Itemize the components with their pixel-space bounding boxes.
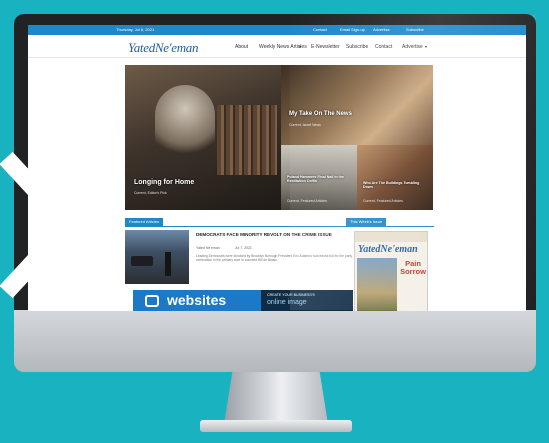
hero-grid: Longing for Home Current, Editor's Pick … (125, 65, 433, 210)
chevron-right-icon (0, 151, 81, 299)
monitor-chin (14, 310, 536, 372)
screen: Thursday, Jul 6, 2021 Contact Email Sign… (28, 25, 526, 311)
hero-main-tile[interactable]: Longing for Home Current, Editor's Pick (125, 65, 281, 210)
topbar-link-subscribe[interactable]: Subscribe (406, 27, 424, 32)
hero-main-title[interactable]: Longing for Home (134, 179, 194, 186)
featured-date: Jul 7, 2021 (234, 246, 252, 250)
featured-author[interactable]: Yated Ne'eman (196, 246, 220, 250)
chevron-down-icon: ▾ (425, 44, 428, 49)
magazine-top-strip (355, 232, 427, 242)
monitor-foot (200, 420, 352, 432)
magazine-cover-photo (357, 258, 397, 311)
ad-headline: websites (167, 292, 227, 308)
nav-enewsletter[interactable]: E-Newsletter (311, 44, 340, 50)
main-navigation: YatedNe'eman About Weekly News Articles … (28, 35, 526, 58)
featured-section-header: Featured Articles (125, 218, 361, 227)
magazine-cover[interactable]: YatedNe'eman Pain Sorrow (354, 231, 428, 311)
topbar-link-email-signup[interactable]: Email Sign-up (340, 27, 365, 32)
featured-headline[interactable]: DEMOCRATS FACE MINORITY REVOLT ON THE CR… (196, 232, 332, 237)
hero-main-meta: Current, Editor's Pick (134, 191, 167, 195)
ad-dark-panel: CREATE YOUR BUSINESS'S online image (261, 290, 353, 311)
figure-image (165, 252, 171, 276)
magazine-name: YatedNe'eman (358, 244, 418, 255)
hero-bottom-right-title[interactable]: Who Are The Buildings Tumbling Down (363, 181, 425, 190)
hero-top-right-tile[interactable]: My Take On The News Current, Israel News (281, 65, 433, 145)
ad-line1: CREATE YOUR BUSINESS'S (267, 293, 315, 297)
topbar-link-advertise[interactable]: Advertise (373, 27, 390, 32)
hero-top-right-meta: Current, Israel News (289, 123, 321, 127)
hero-bottom-right-tile[interactable]: Who Are The Buildings Tumbling Down Curr… (357, 145, 433, 210)
hero-top-right-title[interactable]: My Take On The News (289, 111, 352, 117)
nav-advertise[interactable]: Advertise (402, 44, 423, 50)
featured-excerpt: Leading Democrats were shocked by Brookl… (196, 254, 353, 263)
site-logo[interactable]: YatedNe'eman (128, 40, 199, 56)
featured-section-label: Featured Articles (125, 218, 164, 226)
hero-bottom-mid-tile[interactable]: Poland Hammers Final Nail in the Restitu… (281, 145, 357, 210)
hero-main-figure (155, 85, 215, 165)
hero-bottom-right-meta: Current, Featured Articles (363, 199, 403, 203)
sidebar-section-header: This Week's Issue (346, 218, 434, 227)
chevron-down-icon: ▾ (299, 44, 302, 49)
monitor-stand (224, 372, 328, 424)
nav-about[interactable]: About (235, 44, 248, 50)
top-utility-bar: Thursday, Jul 6, 2021 Contact Email Sign… (28, 25, 526, 35)
sidebar-section-label: This Week's Issue (346, 218, 387, 226)
ad-line2: online image (267, 299, 307, 306)
police-car-image (131, 256, 153, 266)
websites-ad-banner[interactable]: websites CREATE YOUR BUSINESS'S online i… (133, 290, 353, 311)
hero-bottom-mid-meta: Current, Featured Articles (287, 199, 327, 203)
topbar-date: Thursday, Jul 6, 2021 (116, 27, 155, 32)
nav-contact[interactable]: Contact (375, 44, 392, 50)
featured-thumbnail[interactable] (125, 230, 189, 284)
magazine-cover-headline: Pain Sorrow (400, 259, 426, 276)
bookshelf-image (217, 105, 277, 175)
nav-subscribe[interactable]: Subscribe (346, 44, 368, 50)
monitor-icon (145, 295, 159, 307)
topbar-link-contact[interactable]: Contact (313, 27, 327, 32)
hero-bottom-mid-title[interactable]: Poland Hammers Final Nail in the Restitu… (287, 175, 347, 184)
featured-byline: Yated Ne'eman Jul 7, 2021 (196, 246, 252, 250)
